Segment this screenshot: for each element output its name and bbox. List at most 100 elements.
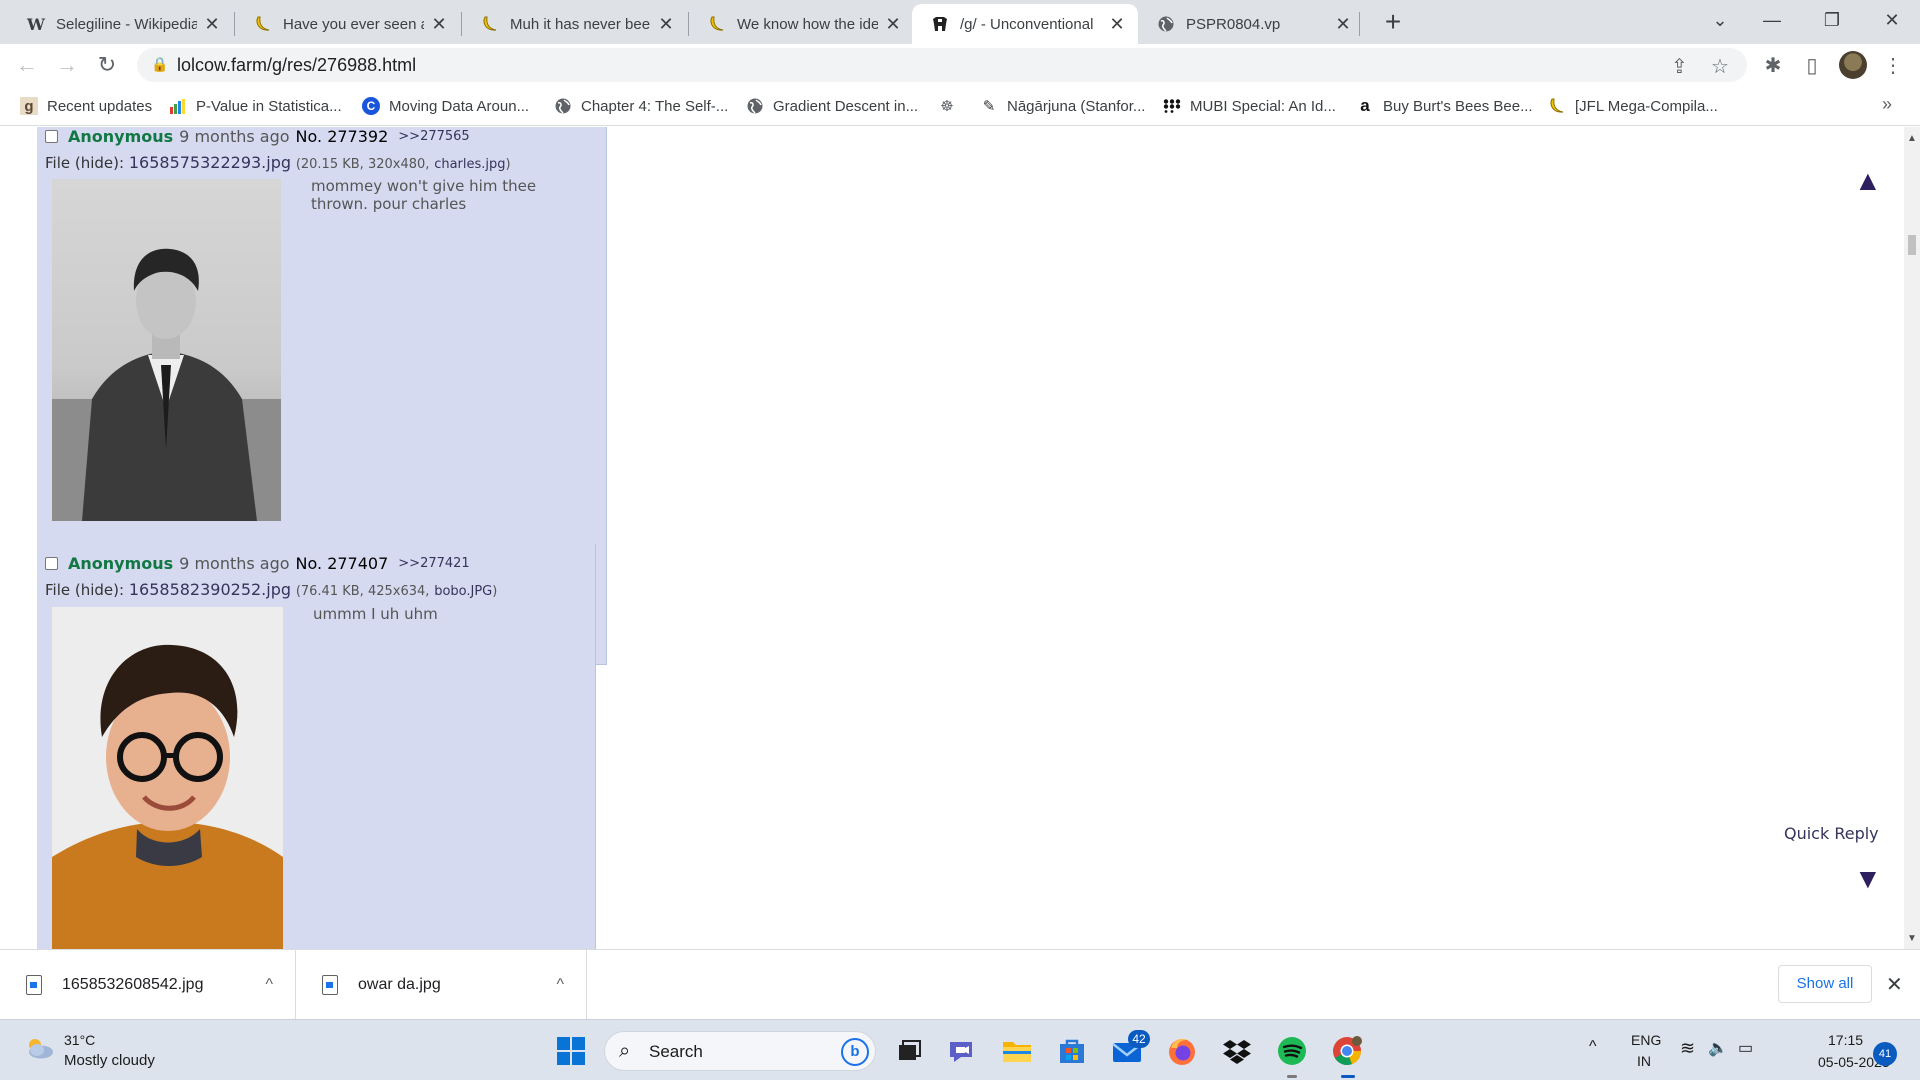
file-link[interactable]: 1658575322293.jpg [129,153,291,172]
file-meta-close: ) [505,157,511,172]
scroll-up-icon[interactable]: ▲ [1907,133,1917,144]
wifi-icon[interactable]: ≋ [1680,1038,1695,1059]
running-app-indicator [1287,1075,1297,1078]
file-prefix[interactable]: File (hide): [45,581,124,599]
tab-muh-it-has-never[interactable]: Muh it has never been ✕ [462,4,687,44]
bing-icon[interactable]: b [841,1038,869,1066]
bookmark-mubi[interactable]: MUBI Special: An Id... [1163,94,1336,118]
profile-avatar[interactable] [1839,51,1867,79]
post-header: Anonymous 9 months ago No. 277407 >>2774… [45,554,470,573]
file-explorer-icon[interactable] [1000,1034,1034,1068]
file-prefix[interactable]: File (hide): [45,154,124,172]
post-backlink[interactable]: >>277565 [398,129,469,144]
close-icon[interactable]: ✕ [1334,14,1352,35]
bookmark-jfl-mega[interactable]: [JFL Mega-Compila... [1548,94,1718,118]
volume-icon[interactable]: 🔈 [1708,1038,1728,1058]
file-link[interactable]: 1658582390252.jpg [129,580,291,599]
language-region[interactable]: IN [1637,1053,1651,1069]
address-bar[interactable]: 🔒 lolcow.farm/g/res/276988.html ⇪ ☆ [137,48,1747,82]
post-backlink[interactable]: >>277421 [398,556,469,571]
side-panel-icon[interactable]: ▯ [1798,52,1826,80]
post-image-thumbnail[interactable] [52,179,281,521]
page-scrollbar[interactable]: ▲ ▼ [1904,127,1920,949]
restore-icon[interactable]: ❐ [1804,0,1860,40]
bookmark-label: Moving Data Aroun... [389,97,530,115]
scrollbar-thumb[interactable] [1908,235,1916,255]
bookmark-burts-bees[interactable]: a Buy Burt's Bees Bee... [1356,94,1532,118]
scroll-bottom-arrow-icon[interactable]: ▼ [1854,863,1882,895]
chevron-up-icon[interactable]: ^ [265,976,273,994]
clock-time[interactable]: 17:15 [1828,1032,1863,1048]
close-icon[interactable]: ✕ [884,14,902,35]
share-icon[interactable]: ⇪ [1671,54,1688,79]
tray-overflow-chevron-icon[interactable]: ^ [1589,1038,1597,1056]
scroll-down-icon[interactable]: ▼ [1907,933,1917,944]
bookmark-p-value[interactable]: P-Value in Statistica... [169,94,342,118]
extensions-puzzle-icon[interactable]: ✱ [1759,52,1787,80]
close-icon[interactable]: ✕ [1886,972,1903,997]
reload-icon[interactable]: ↻ [92,50,122,80]
bookmark-nagarjuna[interactable]: ✎ Nāgārjuna (Stanfor... [980,94,1146,118]
screen: W Selegiline - Wikipedia ✕ Have you ever… [0,0,1920,1080]
tab-selegiline[interactable]: W Selegiline - Wikipedia ✕ [8,4,233,44]
window-close-icon[interactable]: ✕ [1864,0,1920,40]
bookmark-unlabeled[interactable]: ☸ [938,94,965,118]
chrome-icon[interactable] [1330,1034,1364,1068]
scroll-top-arrow-icon[interactable]: ▲ [1854,165,1882,197]
bookmark-gradient-descent[interactable]: Gradient Descent in... [746,94,918,118]
new-tab-plus-icon[interactable]: + [1376,6,1410,40]
post-select-checkbox[interactable] [45,130,58,143]
post-number[interactable]: No. 277407 [296,554,389,573]
spotify-icon[interactable] [1275,1034,1309,1068]
weather-description[interactable]: Mostly cloudy [64,1052,155,1069]
back-arrow-icon[interactable]: ← [12,50,42,80]
bookmark-moving-data[interactable]: C Moving Data Aroun... [362,94,529,118]
quick-reply-link[interactable]: Quick Reply [1784,824,1879,843]
bookmark-star-icon[interactable]: ☆ [1711,54,1729,79]
weather-temperature[interactable]: 31°C [64,1032,95,1048]
post-number[interactable]: No. 277392 [296,127,389,146]
dropbox-icon[interactable] [1220,1034,1254,1068]
file-info: File (hide): 1658575322293.jpg (20.15 KB… [45,153,511,172]
poster-name: Anonymous [68,127,174,146]
cloudy-weather-icon[interactable] [24,1037,54,1059]
close-icon[interactable]: ✕ [203,14,221,35]
task-view-icon[interactable] [892,1034,926,1068]
download-shelf: 1658532608542.jpg ^ owar da.jpg ^ Show a… [0,949,1920,1020]
language-indicator[interactable]: ENG [1631,1032,1661,1048]
taskbar-search[interactable]: ⌕ Search b [604,1031,876,1071]
post-image-thumbnail[interactable] [52,607,283,949]
amazon-icon: a [1360,96,1370,115]
bookmarks-overflow-chevron-icon[interactable]: » [1882,94,1892,115]
tab-pspr0804[interactable]: PSPR0804.vp ✕ [1138,4,1364,44]
lock-icon[interactable]: 🔒 [151,56,168,73]
forward-arrow-icon[interactable]: → [52,50,82,80]
chevron-up-icon[interactable]: ^ [556,976,564,994]
notification-count-badge[interactable]: 41 [1873,1042,1897,1066]
show-all-button[interactable]: Show all [1778,965,1872,1003]
tab-have-you-ever-seen[interactable]: Have you ever seen a ✕ [235,4,460,44]
download-item[interactable]: owar da.jpg ^ [296,950,587,1020]
tab-we-know-how[interactable]: We know how the ide ✕ [689,4,914,44]
tab-title: We know how the ide [737,15,878,33]
firefox-icon[interactable] [1165,1034,1199,1068]
lion-emblem-icon: ☸ [940,98,954,115]
minimize-icon[interactable]: — [1744,0,1800,40]
tab-g-unconventional[interactable]: /g/ - Unconventional ✕ [912,4,1138,44]
address-url[interactable]: lolcow.farm/g/res/276988.html [177,55,416,76]
bookmark-recent-updates[interactable]: g Recent updates [20,94,152,118]
microsoft-store-icon[interactable] [1055,1034,1089,1068]
menu-kebab-icon[interactable]: ⋮ [1879,52,1907,80]
bookmark-chapter-4[interactable]: Chapter 4: The Self-... [554,94,728,118]
post-time: 9 months ago [179,554,290,573]
post-select-checkbox[interactable] [45,557,58,570]
windows-start-icon[interactable] [557,1037,585,1065]
download-item[interactable]: 1658532608542.jpg ^ [0,950,296,1020]
tab-search-chevron-icon[interactable]: ⌄ [1692,0,1748,40]
close-icon[interactable]: ✕ [1108,14,1126,35]
close-icon[interactable]: ✕ [657,14,675,35]
poster-name: Anonymous [68,554,174,573]
battery-icon[interactable]: ▭ [1738,1038,1753,1058]
teams-chat-icon[interactable] [945,1034,979,1068]
close-icon[interactable]: ✕ [430,14,448,35]
